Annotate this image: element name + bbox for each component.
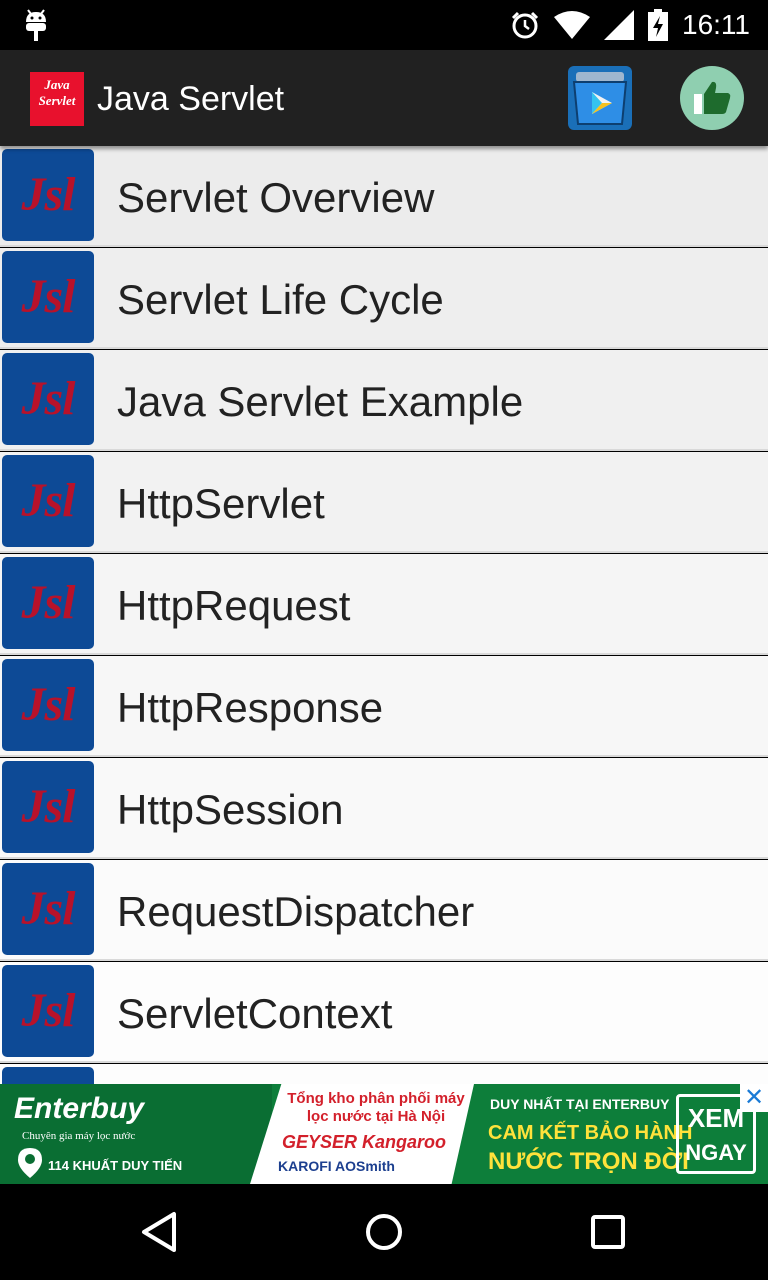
jsl-icon-text: Jsl [21,371,75,425]
list-item[interactable]: Jsl RequestDispatcher [0,860,768,961]
jsl-icon: Jsl [2,251,94,343]
jsl-icon: Jsl [2,863,94,955]
jsl-icon [2,1067,94,1084]
ad-close-button[interactable]: ✕ [740,1084,768,1112]
jsl-icon-text: Jsl [21,779,75,833]
location-pin-icon [18,1148,42,1178]
list-item[interactable]: Jsl Servlet Overview [0,146,768,247]
list-item[interactable]: Jsl HttpResponse [0,656,768,757]
play-store-icon [568,66,632,130]
android-debug-icon [26,9,46,41]
thumbs-up-icon [694,81,731,114]
jsl-icon-text: Jsl [21,677,75,731]
list-item-label: Servlet Life Cycle [117,276,444,323]
ad-right-line3: NƯỚC TRỌN ĐỜI [488,1148,689,1175]
ad-address: 114 KHUẤT DUY TIẾN [48,1158,183,1173]
wifi-icon [554,11,590,39]
list-item-label: HttpSession [117,786,344,833]
ad-brands-row2: KAROFI AOSmith [278,1158,395,1174]
app-bar: Java Servlet Java Servlet [0,50,768,146]
ad-right-line2: CAM KẾT BẢO HÀNH [488,1122,693,1144]
list-item-partial[interactable] [0,1064,768,1084]
jsl-icon-text: Jsl [21,575,75,629]
list-item-label: Servlet Overview [117,174,435,221]
jsl-icon: Jsl [2,353,94,445]
list-item-label: Java Servlet Example [117,378,524,425]
jsl-icon: Jsl [2,659,94,751]
app-logo-line1: Java [44,77,70,92]
play-store-button[interactable] [566,64,634,132]
list-item-label: RequestDispatcher [117,888,475,935]
ad-banner[interactable]: Enterbuy Chuyên gia máy lọc nước 114 KHU… [0,1084,768,1184]
ad-cta-line2: NGAY [685,1140,747,1165]
status-time: 16:11 [682,9,750,40]
ad-tagline: Chuyên gia máy lọc nước [22,1130,136,1142]
like-button[interactable] [680,66,744,130]
list-item-label: HttpResponse [117,684,384,731]
app-title: Java Servlet [97,80,285,118]
jsl-icon: Jsl [2,149,94,241]
list-item[interactable]: Jsl HttpSession [0,758,768,859]
jsl-icon: Jsl [2,965,94,1057]
alarm-icon [511,11,539,39]
navigation-bar [0,1184,768,1280]
list-item-label: ServletContext [117,990,393,1037]
app-logo: Java Servlet [30,72,84,126]
jsl-icon-text: Jsl [21,167,75,221]
back-icon[interactable] [136,1208,184,1256]
status-bar: 16:11 [0,0,768,50]
ad-brand: Enterbuy [14,1092,145,1125]
app-logo-line2: Servlet [38,93,76,108]
list-item-label: HttpRequest [117,582,351,629]
list-item-label: HttpServlet [117,480,325,527]
ad-mid-title: Tổng kho phân phối máy lọc nước tại Hà N… [287,1090,465,1125]
recents-icon[interactable] [584,1208,632,1256]
home-icon[interactable] [360,1208,408,1256]
ad-right-line1: DUY NHẤT TẠI ENTERBUY [490,1096,670,1112]
jsl-icon-text: Jsl [21,983,75,1037]
jsl-icon: Jsl [2,557,94,649]
jsl-icon-text: Jsl [21,881,75,935]
jsl-icon-text: Jsl [21,473,75,527]
jsl-icon-text: Jsl [21,269,75,323]
list-item[interactable]: Jsl Servlet Life Cycle [0,248,768,349]
list-item[interactable]: Jsl HttpRequest [0,554,768,655]
list-item[interactable]: Jsl Java Servlet Example [0,350,768,451]
topic-list: Jsl Servlet Overview Jsl Servlet Life Cycle… [0,146,768,1084]
battery-icon [648,9,668,41]
jsl-icon: Jsl [2,455,94,547]
list-item[interactable]: Jsl HttpServlet [0,452,768,553]
jsl-icon: Jsl [2,761,94,853]
list-item[interactable]: Jsl ServletContext [0,962,768,1063]
ad-brands-row1: GEYSER Kangaroo [282,1132,447,1152]
signal-icon [604,10,634,40]
